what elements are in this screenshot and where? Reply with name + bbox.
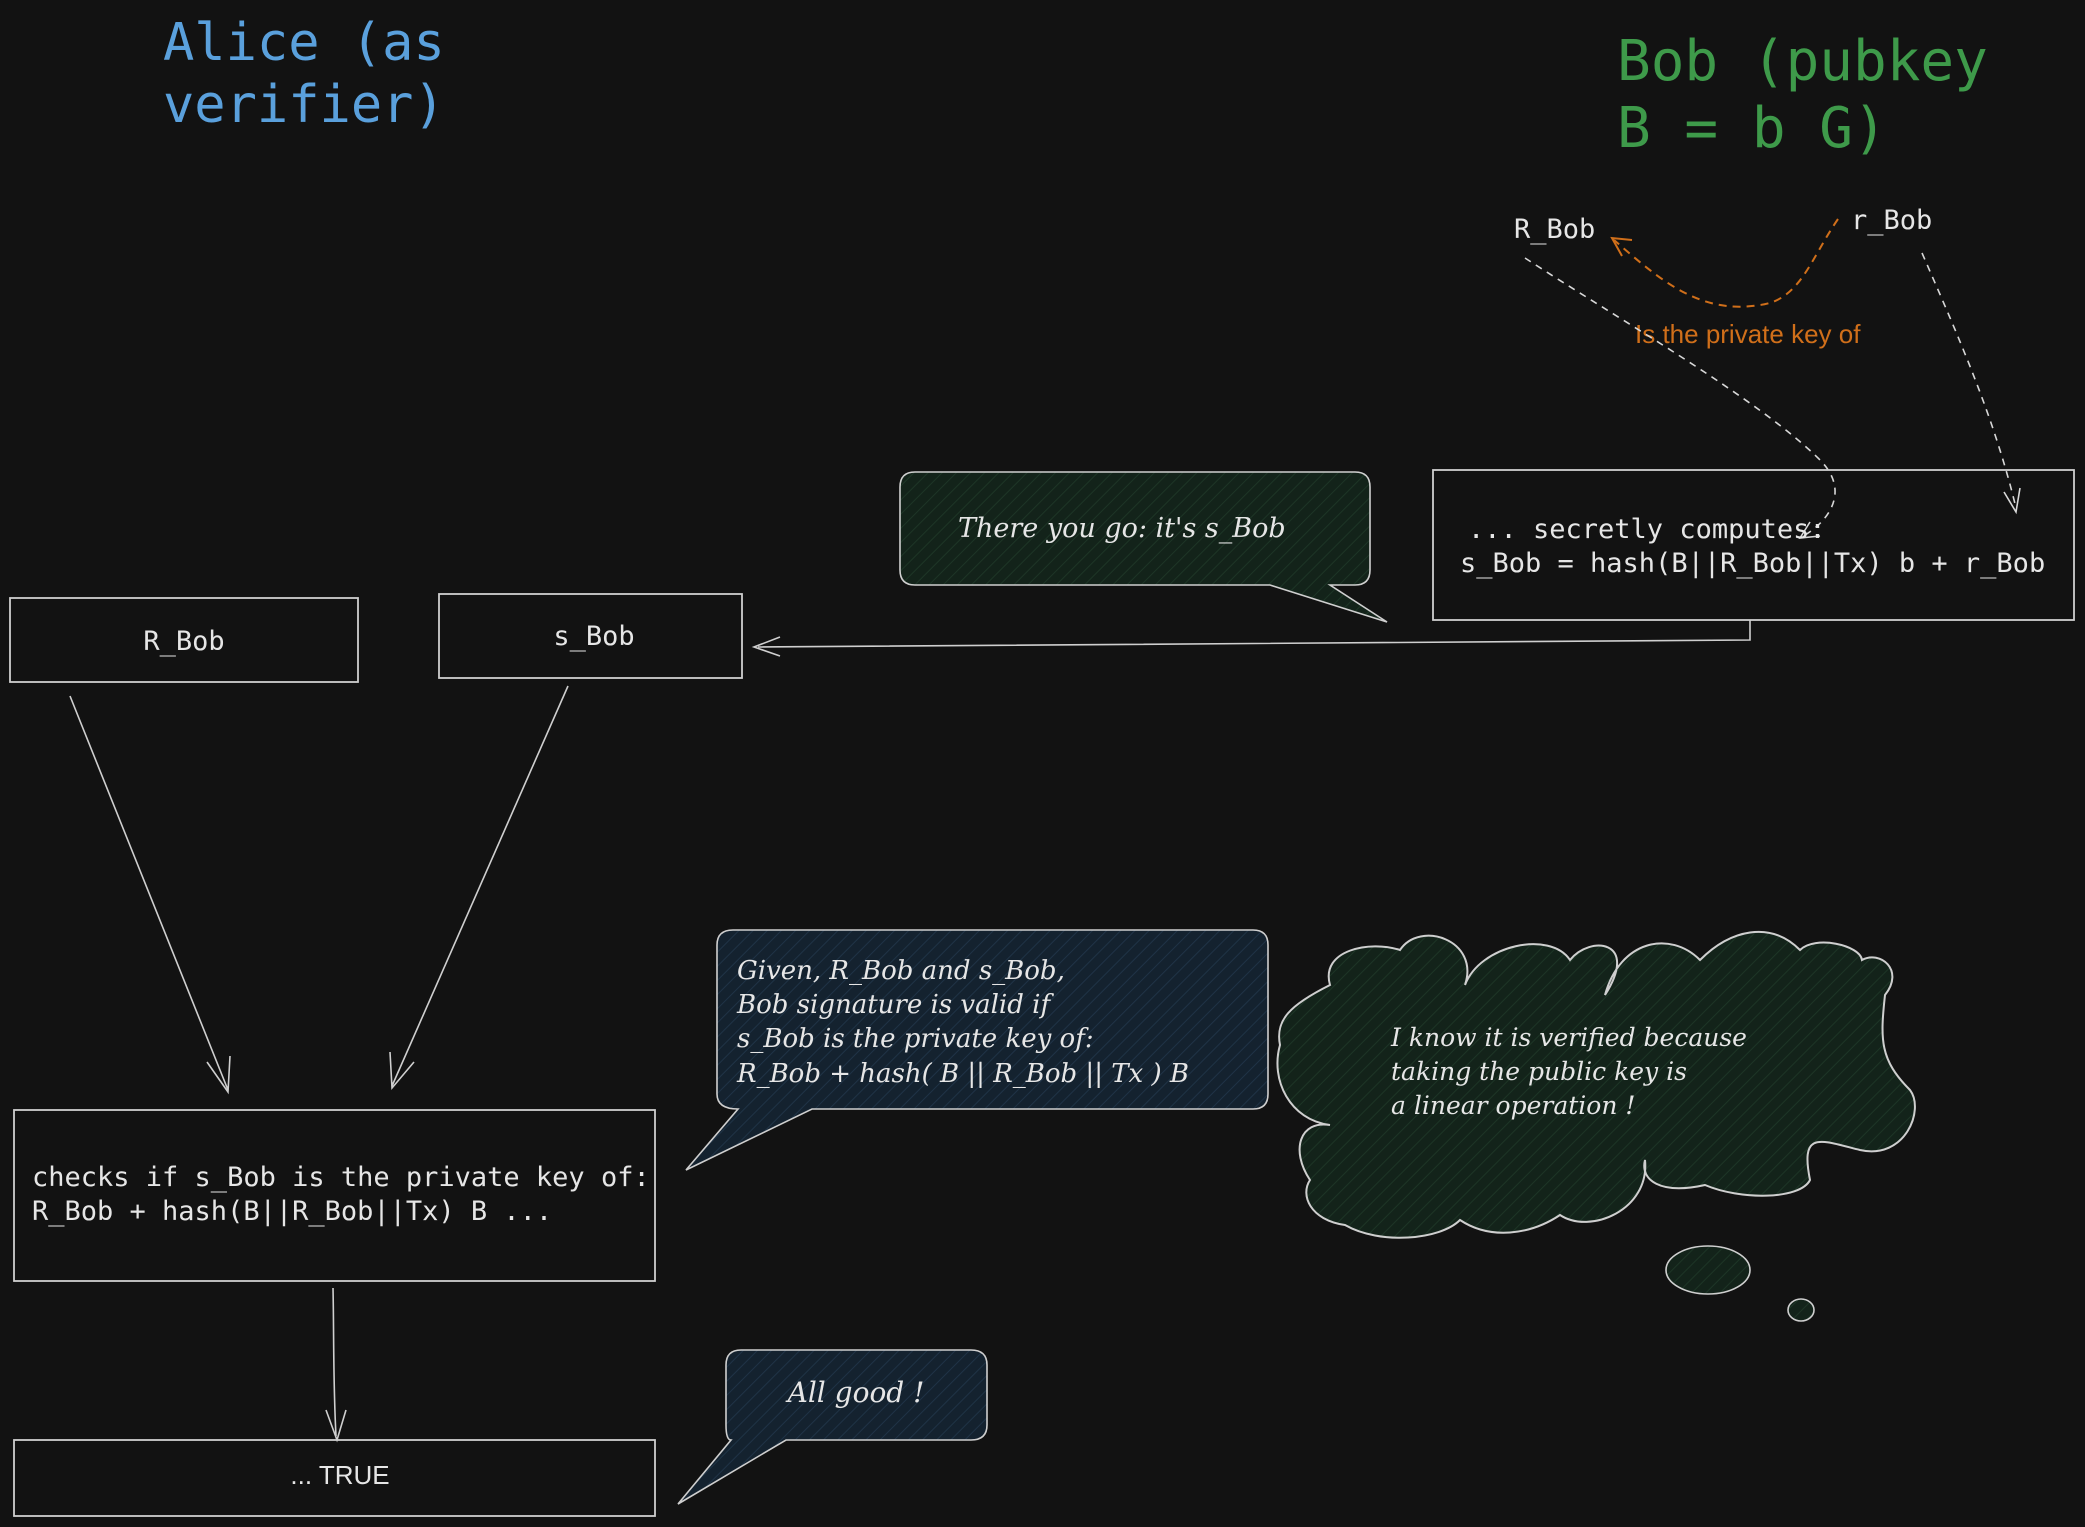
alice-s-bob-text: s_Bob	[553, 621, 634, 652]
given-line2: Bob signature is valid if	[736, 990, 1054, 1020]
all-good-bubble	[677, 1349, 988, 1505]
compute-to-s-bob-arrow	[757, 620, 1751, 648]
checks-line2: R_Bob + hash(B||R_Bob||Tx) B ...	[32, 1196, 552, 1227]
alice-title: Alice (as verifier)	[163, 13, 476, 135]
bob-compute-line1: ... secretly computes:	[1468, 514, 1826, 545]
bob-compute-text: ... secretly computes: s_Bob = hash(B||R…	[1460, 514, 2045, 579]
there-you-go-bubble	[899, 471, 1388, 623]
s-bob-to-check-arrow	[391, 685, 569, 1087]
thought-bubble-medium	[1665, 1245, 1751, 1295]
thought-bubble-small	[1787, 1298, 1815, 1322]
result-text: ... TRUE	[290, 1460, 389, 1490]
bob-title-line1: Bob (pubkey	[1617, 29, 1988, 94]
r-bob-upper-label: R_Bob	[1514, 214, 1595, 245]
r-bob-lower-to-compute-arrowhead	[2003, 487, 2021, 515]
given-line1: Given, R_Bob and s_Bob,	[737, 956, 1065, 986]
thought-line3: a linear operation !	[1391, 1091, 1635, 1120]
private-key-relation-label: Is the private key of	[1635, 319, 1861, 349]
alice-title-line2: verifier)	[163, 75, 445, 135]
check-to-result-arrow	[332, 1287, 337, 1437]
checks-text: checks if s_Bob is the private key of: R…	[32, 1162, 666, 1227]
given-line3: s_Bob is the private key of:	[737, 1024, 1094, 1054]
alice-title-line1: Alice (as	[163, 13, 445, 73]
bob-compute-line2: s_Bob = hash(B||R_Bob||Tx) b + r_Bob	[1460, 548, 2045, 579]
there-you-go-text: There you go: it's s_Bob	[958, 513, 1286, 544]
bob-title-line2: B = b G)	[1617, 96, 1887, 161]
diagram-canvas: Alice (as verifier) Bob (pubkey B = b G)…	[9, 13, 2075, 1517]
given-line4: R_Bob + hash( B || R_Bob || Tx ) B	[736, 1059, 1189, 1089]
bob-title: Bob (pubkey B = b G)	[1617, 29, 2022, 161]
r-bob-to-check-arrow	[69, 695, 229, 1091]
bob-compute-box	[1432, 469, 2075, 621]
thought-line2: taking the public key is	[1391, 1057, 1687, 1086]
thought-line1: I know it is verified because	[1390, 1023, 1747, 1052]
private-key-relation-arrow	[1613, 218, 1839, 308]
r-bob-lower-label: r_Bob	[1851, 205, 1932, 236]
r-bob-to-compute-arrow	[1524, 257, 1836, 536]
checks-line1: checks if s_Bob is the private key of:	[32, 1162, 650, 1193]
alice-r-bob-text: R_Bob	[143, 626, 224, 657]
all-good-text: All good !	[785, 1376, 925, 1409]
